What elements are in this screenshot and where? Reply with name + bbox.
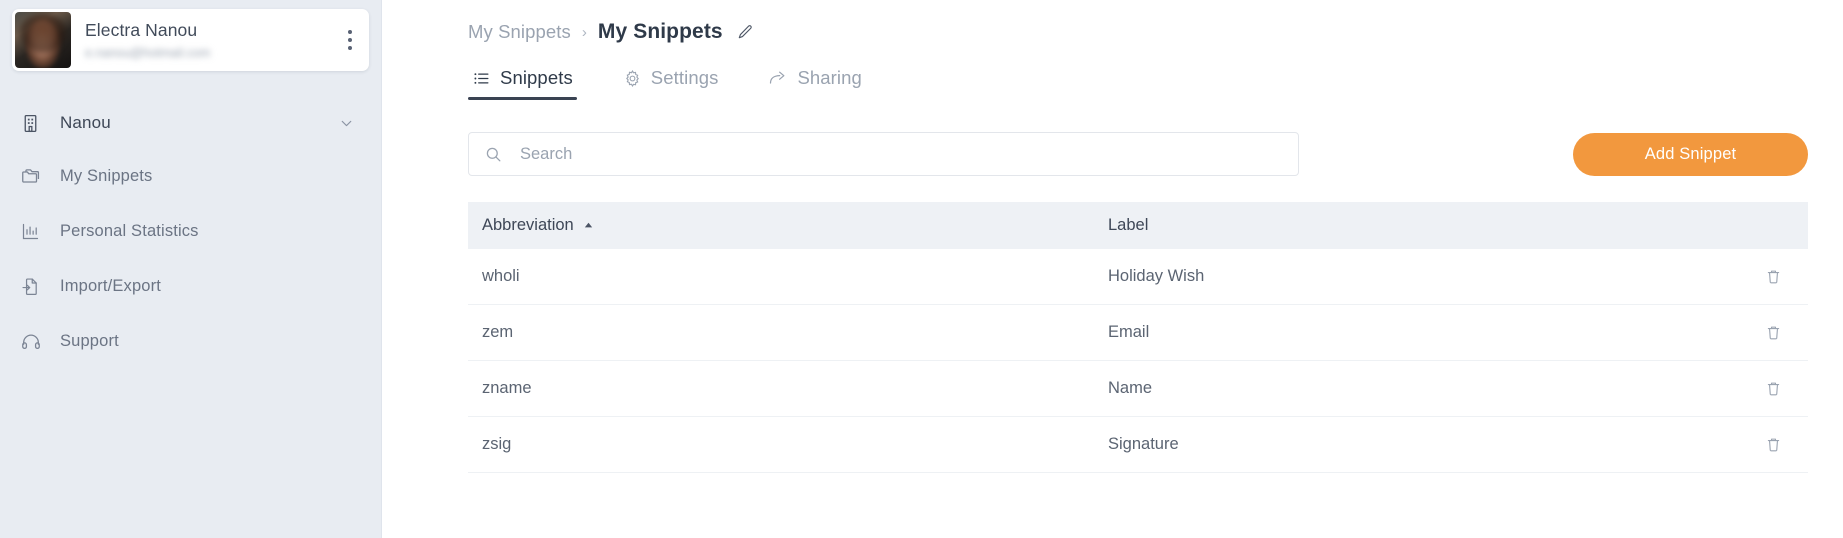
table-body: wholi Holiday Wish zem Email zname Name … bbox=[468, 249, 1808, 473]
sidebar-item-organization-label: Nanou bbox=[60, 113, 111, 132]
tab-sharing[interactable]: Sharing bbox=[764, 56, 865, 100]
file-import-export-icon bbox=[20, 276, 54, 297]
trash-icon[interactable] bbox=[1738, 379, 1808, 398]
cell-label: Holiday Wish bbox=[1108, 267, 1205, 285]
column-header-abbreviation[interactable]: Abbreviation bbox=[468, 216, 1108, 235]
gear-icon bbox=[623, 69, 642, 88]
table-row[interactable]: zem Email bbox=[468, 305, 1808, 361]
avatar bbox=[15, 12, 71, 68]
user-card[interactable]: Electra Nanou e.nanou@hotmail.com bbox=[12, 9, 369, 71]
sidebar-item-organization[interactable]: Nanou bbox=[0, 97, 381, 149]
sidebar-item-support-label: Support bbox=[60, 332, 119, 350]
user-name: Electra Nanou bbox=[85, 20, 198, 41]
sidebar-item-import-export-label: Import/Export bbox=[60, 277, 161, 295]
app-root: Electra Nanou e.nanou@hotmail.com Nanou … bbox=[0, 0, 1843, 538]
folder-icon bbox=[20, 166, 54, 188]
breadcrumb: My Snippets › My Snippets bbox=[468, 0, 1843, 56]
trash-icon[interactable] bbox=[1738, 435, 1808, 454]
chevron-down-icon[interactable] bbox=[338, 115, 355, 132]
snippets-table: Abbreviation Label wholi Holiday Wish ze… bbox=[468, 202, 1843, 473]
page-title: My Snippets bbox=[597, 20, 723, 43]
share-arrow-icon bbox=[768, 68, 788, 88]
kebab-menu-icon[interactable] bbox=[337, 20, 363, 60]
building-icon bbox=[20, 113, 54, 134]
headset-icon bbox=[20, 331, 54, 353]
column-header-label[interactable]: Label bbox=[1108, 216, 1738, 235]
breadcrumb-parent-link[interactable]: My Snippets bbox=[468, 21, 571, 43]
tab-settings-label: Settings bbox=[650, 67, 719, 88]
add-snippet-button[interactable]: Add Snippet bbox=[1573, 132, 1808, 176]
sidebar: Electra Nanou e.nanou@hotmail.com Nanou … bbox=[0, 0, 382, 538]
tab-settings[interactable]: Settings bbox=[619, 56, 723, 100]
table-header-row: Abbreviation Label bbox=[468, 202, 1808, 249]
trash-icon[interactable] bbox=[1738, 267, 1808, 286]
column-header-abbreviation-label: Abbreviation bbox=[482, 216, 574, 234]
cell-abbreviation: wholi bbox=[482, 267, 520, 285]
cell-abbreviation: zem bbox=[482, 323, 514, 341]
search-input[interactable] bbox=[503, 144, 1298, 164]
search-box[interactable] bbox=[468, 132, 1299, 176]
sidebar-item-personal-statistics-label: Personal Statistics bbox=[60, 222, 199, 240]
sidebar-item-personal-statistics[interactable]: Personal Statistics bbox=[0, 204, 381, 259]
tab-sharing-label: Sharing bbox=[797, 67, 862, 88]
cell-label: Signature bbox=[1108, 435, 1179, 453]
tab-snippets[interactable]: Snippets bbox=[468, 56, 577, 100]
tab-bar: Snippets Settings Sharing bbox=[468, 56, 1843, 100]
cell-abbreviation: zname bbox=[482, 379, 532, 397]
search-icon bbox=[484, 145, 503, 164]
user-info: Electra Nanou e.nanou@hotmail.com bbox=[71, 20, 337, 59]
toolbar: Add Snippet bbox=[468, 132, 1843, 176]
sidebar-item-my-snippets[interactable]: My Snippets bbox=[0, 149, 381, 204]
main-content: My Snippets › My Snippets Snippets Setti… bbox=[382, 0, 1843, 538]
sidebar-item-support[interactable]: Support bbox=[0, 314, 381, 369]
sidebar-item-my-snippets-label: My Snippets bbox=[60, 167, 153, 185]
table-row[interactable]: zname Name bbox=[468, 361, 1808, 417]
cell-label: Email bbox=[1108, 323, 1150, 341]
tab-snippets-label: Snippets bbox=[500, 67, 573, 88]
table-row[interactable]: zsig Signature bbox=[468, 417, 1808, 473]
bar-chart-icon bbox=[20, 221, 54, 242]
sidebar-item-import-export[interactable]: Import/Export bbox=[0, 259, 381, 314]
cell-label: Name bbox=[1108, 379, 1153, 397]
list-icon bbox=[472, 69, 491, 88]
table-row[interactable]: wholi Holiday Wish bbox=[468, 249, 1808, 305]
pencil-icon[interactable] bbox=[736, 23, 754, 41]
user-email: e.nanou@hotmail.com bbox=[85, 45, 211, 60]
cell-abbreviation: zsig bbox=[482, 435, 512, 453]
sort-ascending-icon[interactable] bbox=[583, 220, 594, 231]
sidebar-nav: Nanou My Snippets Personal Statistics Im… bbox=[0, 97, 381, 369]
breadcrumb-separator-icon: › bbox=[581, 23, 587, 41]
trash-icon[interactable] bbox=[1738, 323, 1808, 342]
